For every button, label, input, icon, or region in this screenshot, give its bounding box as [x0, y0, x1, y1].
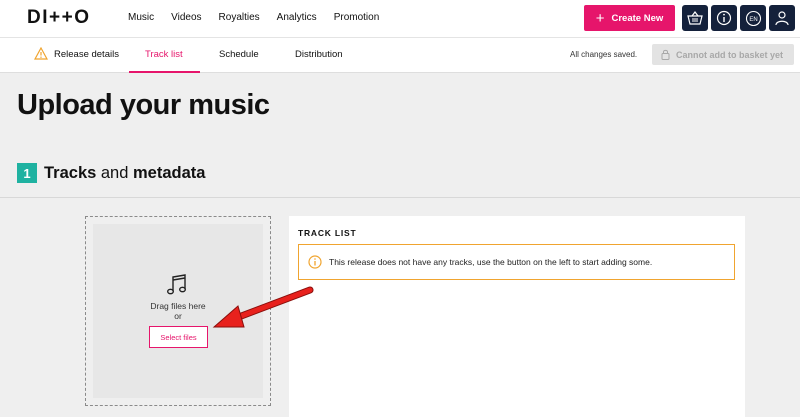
add-to-basket-button[interactable]: Cannot add to basket yet	[652, 44, 794, 65]
section-header: 1 Tracks and metadata	[17, 163, 205, 183]
warning-icon	[34, 47, 48, 60]
section-title: Tracks and metadata	[44, 164, 205, 183]
nav-royalties[interactable]: Royalties	[219, 12, 260, 23]
tab-schedule[interactable]: Schedule	[219, 49, 259, 60]
top-nav: DI++O Music Videos Royalties Analytics P…	[0, 0, 800, 38]
music-note-icon	[167, 274, 186, 295]
nav-analytics[interactable]: Analytics	[277, 12, 317, 23]
section-number: 1	[17, 163, 37, 183]
empty-tracks-alert: This release does not have any tracks, u…	[298, 244, 735, 280]
main-nav: Music Videos Royalties Analytics Promoti…	[128, 12, 396, 23]
create-new-button[interactable]: + Create New	[584, 5, 675, 31]
tab-distribution[interactable]: Distribution	[295, 49, 343, 60]
section-title-tracks: Tracks	[44, 163, 97, 182]
section-title-and: and	[96, 163, 133, 182]
lock-icon	[661, 49, 670, 60]
nav-videos[interactable]: Videos	[171, 12, 201, 23]
user-icon	[775, 11, 789, 26]
basket-button[interactable]	[682, 5, 708, 31]
tab-release-details[interactable]: Release details	[54, 49, 119, 60]
page-title: Upload your music	[17, 89, 270, 121]
create-new-label: Create New	[611, 12, 664, 24]
release-tabs: Release details Track list Schedule Dist…	[0, 38, 800, 73]
basket-label: Cannot add to basket yet	[676, 49, 784, 60]
nav-promotion[interactable]: Promotion	[334, 12, 380, 23]
nav-music[interactable]: Music	[128, 12, 154, 23]
language-icon: EN	[745, 10, 761, 26]
or-text: or	[174, 311, 182, 321]
basket-icon	[687, 11, 703, 25]
language-button[interactable]: EN	[740, 5, 766, 31]
account-button[interactable]	[769, 5, 795, 31]
drag-instructions: Drag files here or	[93, 301, 263, 321]
alert-message: This release does not have any tracks, u…	[329, 257, 653, 267]
info-button[interactable]	[711, 5, 737, 31]
plus-icon: +	[595, 9, 605, 27]
drag-text: Drag files here	[150, 301, 206, 311]
dropzone-area: Drag files here or Select files	[93, 224, 263, 398]
ditto-logo[interactable]: DI++O	[27, 7, 90, 29]
tab-track-list[interactable]: Track list	[145, 49, 183, 60]
language-code: EN	[749, 17, 757, 23]
save-status: All changes saved.	[570, 50, 638, 59]
select-files-button[interactable]: Select files	[149, 326, 208, 348]
info-icon	[716, 10, 732, 26]
track-list-title: TRACK LIST	[298, 228, 357, 238]
section-title-metadata: metadata	[133, 163, 206, 182]
track-list-panel: TRACK LIST This release does not have an…	[289, 216, 745, 417]
section-divider	[0, 197, 800, 198]
info-circle-icon	[308, 255, 322, 269]
file-dropzone[interactable]: Drag files here or Select files	[85, 216, 271, 406]
active-tab-indicator	[129, 71, 200, 73]
